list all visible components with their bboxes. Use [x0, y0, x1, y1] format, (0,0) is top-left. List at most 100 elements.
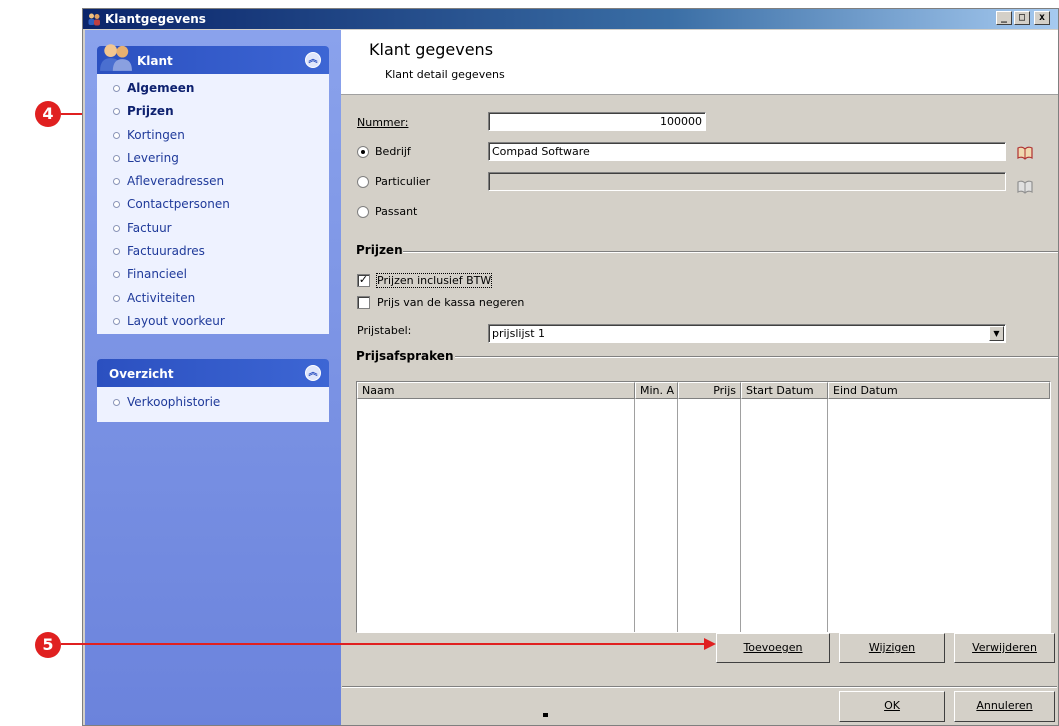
sidebar-item-label: Kortingen [127, 127, 185, 142]
collapse-chevron-icon[interactable]: ︽ [305, 365, 321, 381]
bedrijf-label: Bedrijf [375, 145, 411, 158]
passant-radio[interactable] [357, 206, 369, 218]
page-header: Klant gegevens Klant detail gegevens [341, 30, 1058, 95]
overzicht-panel: Overzicht ︽ Verkoophistorie [97, 359, 329, 422]
address-book-icon[interactable] [1017, 146, 1033, 160]
bedrijf-field[interactable]: Compad Software [488, 142, 1006, 161]
toevoegen-button[interactable]: Toevoegen [716, 633, 830, 663]
sidebar-item-layout-voorkeur[interactable]: Layout voorkeur [97, 310, 329, 333]
sidebar-item-kortingen[interactable]: Kortingen [97, 124, 329, 147]
kassa-negeren-checkbox[interactable] [357, 296, 370, 309]
customer-icon [100, 44, 132, 71]
sidebar: Klant ︽ Algemeen Prijzen Kortingen Lever… [85, 30, 341, 725]
sidebar-item-label: Activiteiten [127, 290, 196, 305]
bullet-icon [113, 248, 120, 256]
column-header-min-aantal[interactable]: Min. A [635, 382, 678, 399]
title-bar[interactable]: Klantgegevens _ □ x [83, 9, 1058, 29]
prijstabel-select[interactable]: prijslijst 1 [488, 324, 1006, 343]
dropdown-arrow-icon[interactable]: ▼ [989, 326, 1004, 341]
sidebar-item-verkoophistorie[interactable]: Verkoophistorie [97, 391, 329, 414]
sidebar-item-contactpersonen[interactable]: Contactpersonen [97, 193, 329, 216]
sidebar-item-label: Verkoophistorie [127, 395, 221, 409]
annotation-marker-4: 4 [35, 101, 61, 127]
column-divider [634, 399, 635, 632]
bullet-icon [113, 201, 120, 209]
sidebar-item-label: Algemeen [127, 81, 195, 95]
bedrijf-radio[interactable] [357, 146, 369, 158]
annotation-arrowhead-5 [704, 638, 716, 650]
bullet-icon [113, 85, 120, 92]
kassa-negeren-label: Prijs van de kassa negeren [377, 296, 525, 309]
column-header-start-datum[interactable]: Start Datum [741, 382, 828, 399]
prijsafspraken-group-title: Prijsafspraken [356, 349, 454, 363]
column-divider [827, 399, 828, 632]
sidebar-item-label: Prijzen [127, 104, 174, 119]
passant-label: Passant [375, 205, 418, 218]
annuleren-button[interactable]: Annuleren [954, 691, 1055, 722]
maximize-button[interactable]: □ [1014, 11, 1030, 25]
bullet-icon [113, 154, 120, 162]
nummer-field[interactable]: 100000 [488, 112, 706, 131]
klant-panel-header[interactable]: Klant ︽ [97, 44, 329, 74]
bullet-icon [113, 178, 120, 186]
incl-btw-checkbox[interactable]: ✓ [357, 274, 370, 287]
close-button[interactable]: x [1034, 11, 1050, 25]
sidebar-item-afleveradressen[interactable]: Afleveradressen [97, 170, 329, 193]
sidebar-item-label: Financieel [127, 267, 187, 282]
prijsafspraken-table[interactable]: Naam Min. A Prijs Start Datum Eind Datum [356, 381, 1051, 633]
bullet-icon [113, 224, 120, 232]
resize-grip-icon [543, 713, 548, 717]
klant-nav-list: Algemeen Prijzen Kortingen Levering Afle… [97, 74, 329, 334]
sidebar-item-algemeen[interactable]: Algemeen [97, 77, 329, 100]
sidebar-item-label: Levering [127, 150, 179, 165]
bullet-icon [113, 131, 120, 139]
particulier-radio[interactable] [357, 176, 369, 188]
klant-panel-title: Klant [137, 54, 173, 68]
column-divider [740, 399, 741, 632]
wijzigen-button[interactable]: Wijzigen [839, 633, 945, 663]
overzicht-nav-list: Verkoophistorie [97, 387, 329, 422]
sidebar-item-prijzen[interactable]: Prijzen [97, 100, 329, 123]
sidebar-item-label: Layout voorkeur [127, 313, 225, 328]
nummer-label: Nummer: [357, 116, 409, 129]
sidebar-item-financieel[interactable]: Financieel [97, 263, 329, 286]
footer-divider [342, 686, 1057, 688]
particulier-label: Particulier [375, 175, 431, 188]
annotation-arrow-5 [61, 643, 707, 645]
ok-button[interactable]: OK [839, 691, 945, 722]
minimize-button[interactable]: _ [996, 11, 1012, 25]
verwijderen-button[interactable]: Verwijderen [954, 633, 1055, 663]
bullet-icon [113, 399, 120, 406]
prijstabel-label: Prijstabel: [357, 324, 412, 337]
column-divider [677, 399, 678, 632]
klant-panel: Klant ︽ Algemeen Prijzen Kortingen Lever… [97, 44, 329, 334]
users-icon [88, 13, 100, 26]
column-header-naam[interactable]: Naam [357, 382, 635, 399]
collapse-chevron-icon[interactable]: ︽ [305, 52, 321, 68]
column-header-eind-datum[interactable]: Eind Datum [828, 382, 1050, 399]
sidebar-item-activiteiten[interactable]: Activiteiten [97, 287, 329, 310]
sidebar-item-levering[interactable]: Levering [97, 147, 329, 170]
bullet-icon [113, 294, 120, 302]
page-subtitle: Klant detail gegevens [385, 68, 505, 81]
prijsafspraken-divider [455, 356, 1058, 358]
sidebar-item-label: Factuuradres [127, 244, 205, 259]
sidebar-item-label: Factuur [127, 220, 172, 235]
overzicht-panel-title: Overzicht [109, 367, 174, 381]
sidebar-item-label: Afleveradressen [127, 174, 225, 189]
column-header-prijs[interactable]: Prijs [678, 382, 741, 399]
bullet-icon [113, 271, 120, 279]
address-book-disabled-icon [1017, 180, 1033, 194]
prijzen-divider [403, 251, 1058, 253]
bullet-icon [113, 108, 120, 116]
incl-btw-label: Prijzen inclusief BTW [375, 273, 493, 288]
bullet-icon [113, 317, 120, 325]
prijzen-group-title: Prijzen [356, 243, 403, 257]
page-title: Klant gegevens [369, 40, 494, 59]
sidebar-item-factuuradres[interactable]: Factuuradres [97, 240, 329, 263]
overzicht-panel-header[interactable]: Overzicht ︽ [97, 359, 329, 387]
particulier-field[interactable] [488, 172, 1006, 191]
sidebar-item-factuur[interactable]: Factuur [97, 217, 329, 240]
window-title: Klantgegevens [105, 12, 206, 26]
annotation-marker-5: 5 [35, 632, 61, 658]
